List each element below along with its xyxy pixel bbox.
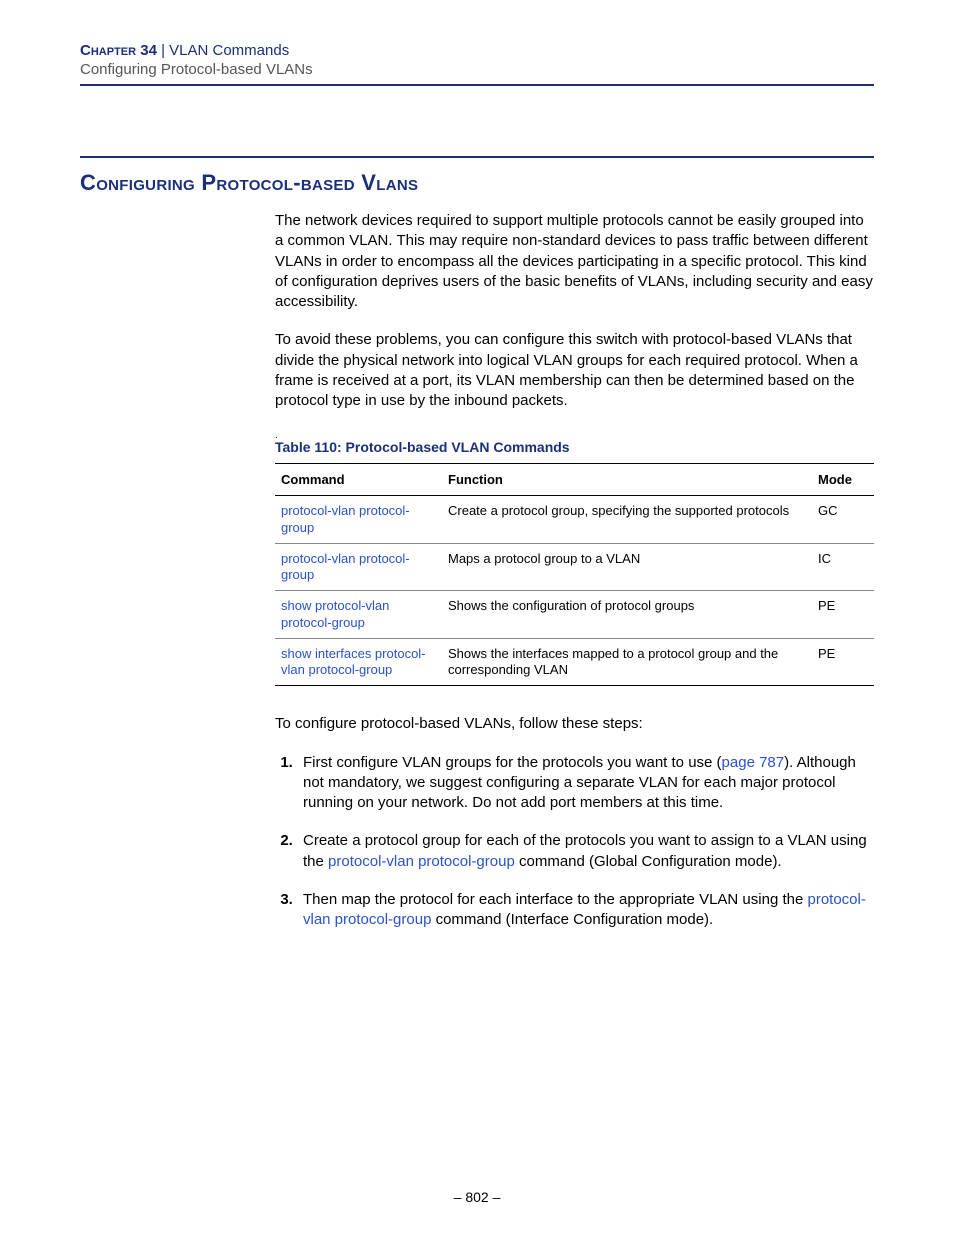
step-text: Then map the protocol for each interface…: [303, 891, 807, 908]
step-text: First configure VLAN groups for the prot…: [303, 754, 722, 771]
step-text: command (Interface Configuration mode).: [431, 911, 713, 928]
running-header: Chapter 34 | VLAN Commands Configuring P…: [80, 42, 874, 86]
cell-function: Shows the configuration of protocol grou…: [442, 591, 812, 639]
cell-mode: PE: [812, 638, 874, 686]
chapter-label: Chapter 34: [80, 42, 157, 59]
body-block: The network devices required to support …: [275, 211, 874, 930]
cell-function: Create a protocol group, specifying the …: [442, 496, 812, 544]
cell-command-link[interactable]: protocol-vlan protocol-group: [275, 496, 442, 544]
cell-mode: IC: [812, 543, 874, 591]
table-row: show interfaces protocol-vlan protocol-g…: [275, 638, 874, 686]
paragraph-1: The network devices required to support …: [275, 211, 874, 312]
table-row: protocol-vlan protocol-group Maps a prot…: [275, 543, 874, 591]
table-header-row: Command Function Mode: [275, 464, 874, 496]
cell-command-link[interactable]: show interfaces protocol-vlan protocol-g…: [275, 638, 442, 686]
table-caption: . Table 110: Protocol-based VLAN Command…: [275, 433, 874, 455]
header-separator: |: [157, 42, 169, 59]
chapter-title: VLAN Commands: [169, 42, 289, 59]
step-1: First configure VLAN groups for the prot…: [297, 753, 874, 814]
table-row: protocol-vlan protocol-group Create a pr…: [275, 496, 874, 544]
cell-command-link[interactable]: protocol-vlan protocol-group: [275, 543, 442, 591]
cell-mode: PE: [812, 591, 874, 639]
section-rule: Configuring Protocol-based Vlans The net…: [80, 156, 874, 930]
step-3: Then map the protocol for each interface…: [297, 890, 874, 931]
table-row: show protocol-vlan protocol-group Shows …: [275, 591, 874, 639]
step-2: Create a protocol group for each of the …: [297, 831, 874, 872]
steps-intro: To configure protocol-based VLANs, follo…: [275, 714, 874, 734]
col-header-mode: Mode: [812, 464, 874, 496]
page-number: – 802 –: [0, 1189, 954, 1205]
steps-list: First configure VLAN groups for the prot…: [275, 753, 874, 931]
paragraph-2: To avoid these problems, you can configu…: [275, 330, 874, 411]
cell-function: Shows the interfaces mapped to a protoco…: [442, 638, 812, 686]
page: Chapter 34 | VLAN Commands Configuring P…: [0, 0, 954, 1235]
command-link[interactable]: protocol-vlan protocol-group: [328, 853, 515, 870]
cell-mode: GC: [812, 496, 874, 544]
col-header-function: Function: [442, 464, 812, 496]
header-line-1: Chapter 34 | VLAN Commands: [80, 42, 874, 59]
cell-function: Maps a protocol group to a VLAN: [442, 543, 812, 591]
step-text: command (Global Configuration mode).: [515, 853, 782, 870]
commands-table: Command Function Mode protocol-vlan prot…: [275, 463, 874, 686]
cell-command-link[interactable]: show protocol-vlan protocol-group: [275, 591, 442, 639]
header-line-2: Configuring Protocol-based VLANs: [80, 61, 874, 78]
col-header-command: Command: [275, 464, 442, 496]
page-link[interactable]: page 787: [722, 754, 785, 771]
section-title: Configuring Protocol-based Vlans: [80, 170, 874, 196]
